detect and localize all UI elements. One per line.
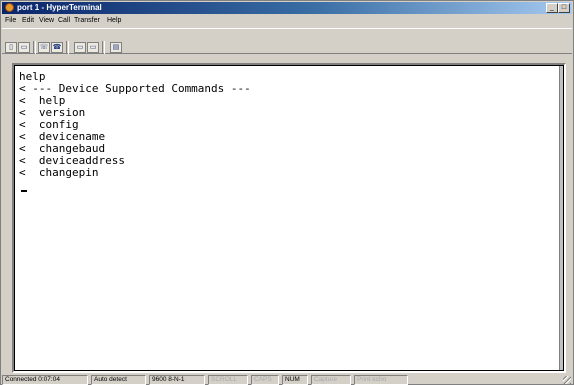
- menu-transfer[interactable]: Transfer: [74, 16, 100, 26]
- minimize-button[interactable]: _: [546, 3, 558, 13]
- menu-call[interactable]: Call: [58, 16, 70, 26]
- title-bar[interactable]: port 1 - HyperTerminal _ □: [2, 2, 572, 14]
- maximize-button[interactable]: □: [558, 3, 570, 13]
- toolbar-separator: [66, 41, 69, 54]
- terminal-frame: help < --- Device Supported Commands ---…: [12, 63, 566, 373]
- status-detect: Auto detect: [91, 375, 146, 385]
- menu-edit[interactable]: Edit: [22, 16, 34, 26]
- status-connected: Connected 0:07:04: [2, 375, 88, 385]
- toolbar-separator: [102, 41, 105, 54]
- window-title: port 1 - HyperTerminal: [17, 3, 102, 12]
- phone-call-icon[interactable]: ☏: [38, 42, 50, 53]
- phone-hangup-icon[interactable]: ☎: [51, 42, 63, 53]
- status-print-echo: Print echo: [354, 375, 408, 385]
- menu-view[interactable]: View: [39, 16, 54, 26]
- receive-file-icon[interactable]: ▭: [87, 42, 99, 53]
- new-doc-icon[interactable]: ▯: [5, 42, 17, 53]
- toolbar-separator: [33, 41, 36, 54]
- properties-icon[interactable]: ▤: [110, 42, 122, 53]
- resize-grip-icon[interactable]: [563, 376, 571, 384]
- terminal-output: help < --- Device Supported Commands ---…: [19, 71, 251, 179]
- terminal-line: < changepin: [19, 166, 99, 179]
- menu-help[interactable]: Help: [107, 16, 121, 26]
- toolbar: ▯ ▭ ☏ ☎ ▭ ▭ ▤: [2, 28, 572, 54]
- send-file-icon[interactable]: ▭: [74, 42, 86, 53]
- status-caps: CAPS: [251, 375, 279, 385]
- menu-bar: File Edit View Call Transfer Help: [2, 15, 572, 27]
- status-port-settings: 9600 8-N-1: [149, 375, 205, 385]
- vertical-scrollbar[interactable]: [559, 66, 563, 370]
- status-bar: Connected 0:07:04 Auto detect 9600 8-N-1…: [2, 375, 572, 385]
- menu-file[interactable]: File: [5, 16, 16, 26]
- status-scroll: SCROLL: [208, 375, 248, 385]
- text-cursor: [21, 190, 27, 192]
- terminal-screen[interactable]: help < --- Device Supported Commands ---…: [14, 65, 564, 371]
- status-num: NUM: [282, 375, 308, 385]
- hyperterminal-app-icon[interactable]: [5, 3, 14, 12]
- folder-open-icon[interactable]: ▭: [18, 42, 30, 53]
- status-capture: Capture: [311, 375, 351, 385]
- hyperterminal-window: port 1 - HyperTerminal _ □ File Edit Vie…: [0, 0, 574, 385]
